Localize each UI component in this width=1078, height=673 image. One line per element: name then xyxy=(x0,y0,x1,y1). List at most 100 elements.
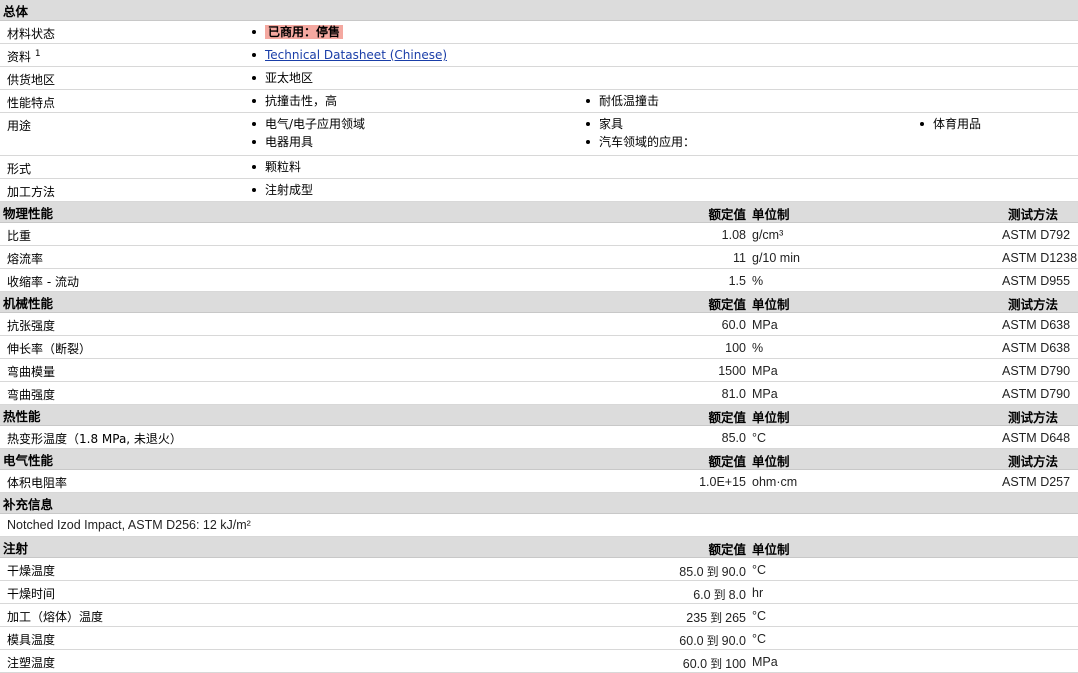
property-label: 热变形温度（1.8 MPa, 未退火） xyxy=(7,432,182,446)
property-value: 100 xyxy=(725,341,746,355)
test-method: ASTM D790 xyxy=(1002,364,1071,378)
property-row: 比重 1.08 g/cm³ ASTM D792 xyxy=(0,223,1078,246)
row-label: 性能特点 xyxy=(7,96,56,110)
property-unit: g/10 min xyxy=(752,251,800,265)
section-mechanical-header: 机械性能 额定值 单位制 测试方法 xyxy=(0,292,1078,313)
bullet-icon xyxy=(252,98,256,103)
col-unit-header: 单位制 xyxy=(752,410,790,425)
property-unit: ohm·cm xyxy=(752,475,798,489)
property-row: 伸长率（断裂） 100% ASTM D638 xyxy=(0,336,1078,359)
row-label: 用途 xyxy=(7,119,32,133)
col-method-header: 测试方法 xyxy=(1007,207,1058,222)
property-range: 60.0 到 100 xyxy=(682,657,746,671)
property-label: 干燥时间 xyxy=(7,587,56,601)
section-title: 补充信息 xyxy=(3,496,54,512)
property-unit: % xyxy=(752,274,764,288)
property-value: 1.0E+15 xyxy=(699,475,746,489)
section-title: 电气性能 xyxy=(3,452,54,468)
row-features: 性能特点 抗撞击性，高 耐低温撞击 xyxy=(0,90,1078,113)
test-method: ASTM D648 xyxy=(1002,431,1071,445)
row-documents: 资料 1 Technical Datasheet (Chinese) xyxy=(0,44,1078,67)
property-unit: °C xyxy=(752,431,767,445)
property-row: 收缩率 - 流动 1.5% ASTM D955 xyxy=(0,269,1078,292)
section-title: 注射 xyxy=(3,540,29,556)
col-unit-header: 单位制 xyxy=(752,454,790,469)
col-nominal-header: 额定值 xyxy=(708,207,746,222)
status-badge: 已商用：停售 xyxy=(265,25,344,39)
property-label: 弯曲强度 xyxy=(7,388,56,402)
property-row: 弯曲模量 1500 MPa ASTM D790 xyxy=(0,359,1078,382)
form-value: 颗粒料 xyxy=(265,160,302,174)
property-label: 熔流率 xyxy=(7,252,44,266)
test-method: ASTM D792 xyxy=(1002,228,1071,242)
row-label: 加工方法 xyxy=(7,185,56,199)
property-row: 弯曲强度 81.0 MPa ASTM D790 xyxy=(0,382,1078,405)
col-nominal-header: 额定值 xyxy=(708,297,746,312)
property-unit: °C xyxy=(752,563,767,577)
row-label: 材料状态 xyxy=(7,27,56,41)
bullet-icon xyxy=(586,139,590,144)
property-range: 85.0 到 90.0 xyxy=(679,565,746,579)
property-row: 干燥时间 6.0 到 8.0 hr xyxy=(0,581,1078,604)
datasheet: 总体 材料状态 已商用：停售 资料 1 Technical Datasheet … xyxy=(0,0,1078,673)
property-label: 干燥温度 xyxy=(7,564,56,578)
property-range: 60.0 到 90.0 xyxy=(679,634,746,648)
footnote-marker: 1 xyxy=(34,49,41,59)
section-supplement-header: 补充信息 xyxy=(0,493,1078,514)
col-method-header: 测试方法 xyxy=(1007,454,1058,469)
property-value: 85.0 xyxy=(721,431,746,445)
property-row: 加工（熔体）温度 235 到 265 °C xyxy=(0,604,1078,627)
row-uses: 用途 电气/电子应用领域 家具 体育用品 电器用具 汽车领域的应用： xyxy=(0,113,1078,156)
bullet-icon xyxy=(252,29,256,34)
property-row: 抗张强度 60.0 MPa ASTM D638 xyxy=(0,313,1078,336)
bullet-icon xyxy=(252,121,256,126)
process-value: 注射成型 xyxy=(265,183,314,197)
test-method: ASTM D638 xyxy=(1002,318,1071,332)
property-unit: MPa xyxy=(752,655,778,669)
use-item: 体育用品 xyxy=(933,117,982,131)
property-label: 注塑温度 xyxy=(7,656,56,670)
col-unit-header: 单位制 xyxy=(752,207,790,222)
section-injection-header: 注射 额定值 单位制 xyxy=(0,537,1078,558)
test-method: ASTM D955 xyxy=(1002,274,1071,288)
section-title: 机械性能 xyxy=(3,295,54,311)
property-value: 1.5 xyxy=(728,274,746,288)
property-unit: MPa xyxy=(752,318,778,332)
col-method-header: 测试方法 xyxy=(1007,297,1058,312)
bullet-icon xyxy=(252,187,256,192)
use-item: 电气/电子应用领域 xyxy=(265,117,366,131)
property-row: 热变形温度（1.8 MPa, 未退火） 85.0 °C ASTM D648 xyxy=(0,426,1078,449)
property-value: 11 xyxy=(733,251,746,265)
property-label: 弯曲模量 xyxy=(7,365,56,379)
property-unit: g/cm³ xyxy=(752,228,784,242)
col-nominal-header: 额定值 xyxy=(708,454,746,469)
property-row: 模具温度 60.0 到 90.0 °C xyxy=(0,627,1078,650)
bullet-icon xyxy=(252,139,256,144)
technical-datasheet-link[interactable]: Technical Datasheet (Chinese) xyxy=(265,48,447,62)
property-value: 81.0 xyxy=(721,387,746,401)
row-process: 加工方法 注射成型 xyxy=(0,179,1078,202)
row-region: 供货地区 亚太地区 xyxy=(0,67,1078,90)
property-label: 加工（熔体）温度 xyxy=(7,610,104,624)
section-thermal-header: 热性能 额定值 单位制 测试方法 xyxy=(0,405,1078,426)
bullet-icon xyxy=(586,121,590,126)
property-row: 干燥温度 85.0 到 90.0 °C xyxy=(0,558,1078,581)
property-label: 抗张强度 xyxy=(7,319,56,333)
property-label: 模具温度 xyxy=(7,633,56,647)
section-electrical-header: 电气性能 额定值 单位制 测试方法 xyxy=(0,449,1078,470)
property-label: 收缩率 - 流动 xyxy=(7,275,79,289)
property-value: 1500 xyxy=(718,364,746,378)
bullet-icon xyxy=(252,164,256,169)
row-form: 形式 颗粒料 xyxy=(0,156,1078,179)
row-label: 供货地区 xyxy=(7,73,56,87)
property-unit: °C xyxy=(752,632,767,646)
col-nominal-header: 额定值 xyxy=(708,542,746,557)
row-label: 形式 xyxy=(7,162,32,176)
property-value: 1.08 xyxy=(721,228,746,242)
property-range: 235 到 265 xyxy=(686,611,746,625)
use-item: 汽车领域的应用： xyxy=(599,135,696,149)
bullet-icon xyxy=(586,98,590,103)
property-row: 体积电阻率 1.0E+15 ohm·cm ASTM D257 xyxy=(0,470,1078,493)
col-method-header: 测试方法 xyxy=(1007,410,1058,425)
property-range: 6.0 到 8.0 xyxy=(693,588,746,602)
